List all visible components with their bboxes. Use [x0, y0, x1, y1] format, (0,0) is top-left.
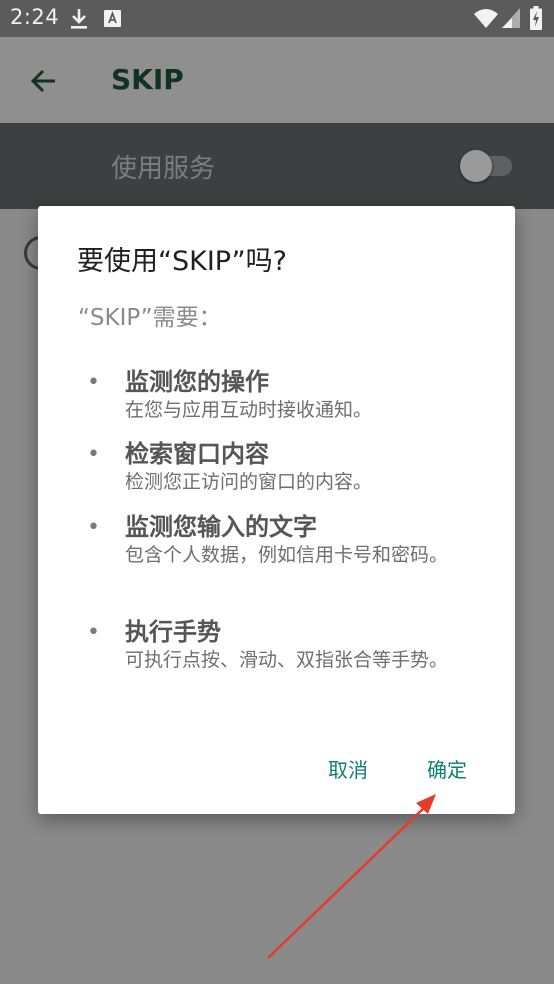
- bullet: •: [87, 515, 100, 540]
- permission-description: 在您与应用互动时接收通知。: [125, 399, 373, 421]
- dialog-subtitle: “SKIP”需要：: [78, 305, 222, 331]
- bullet: •: [87, 620, 100, 645]
- status-bar: 2:24: [0, 0, 554, 37]
- battery-charging-icon: [530, 6, 542, 34]
- use-service-row[interactable]: 使用服务: [0, 123, 554, 209]
- status-time: 2:24: [10, 5, 60, 29]
- app-title: SKIP: [111, 63, 184, 96]
- app-bar: SKIP: [0, 37, 554, 123]
- permission-title: 监测您输入的文字: [125, 513, 317, 541]
- permission-dialog: 要使用“SKIP”吗? “SKIP”需要： • 监测您的操作 在您与应用互动时接…: [38, 206, 515, 814]
- dialog-title: 要使用“SKIP”吗?: [77, 246, 287, 277]
- cell-signal-icon: [502, 8, 520, 32]
- permission-description: 包含个人数据，例如信用卡号和密码。: [125, 544, 449, 566]
- cancel-button[interactable]: 取消: [328, 754, 368, 783]
- arrow-left-icon[interactable]: [28, 65, 60, 97]
- use-service-label: 使用服务: [111, 154, 216, 184]
- permission-description: 检测您正访问的窗口的内容。: [125, 471, 373, 493]
- permission-title: 检索窗口内容: [125, 440, 269, 468]
- service-switch-thumb[interactable]: [460, 150, 492, 182]
- bullet: •: [87, 442, 100, 467]
- bullet: •: [87, 370, 100, 395]
- permission-title: 执行手势: [125, 618, 221, 646]
- confirm-button[interactable]: 确定: [427, 754, 467, 783]
- permission-title: 监测您的操作: [125, 368, 269, 396]
- a-notification-icon: [104, 10, 121, 31]
- download-icon: [70, 8, 88, 34]
- wifi-icon: [474, 8, 498, 32]
- permission-description: 可执行点按、滑动、双指张合等手势。: [125, 649, 449, 671]
